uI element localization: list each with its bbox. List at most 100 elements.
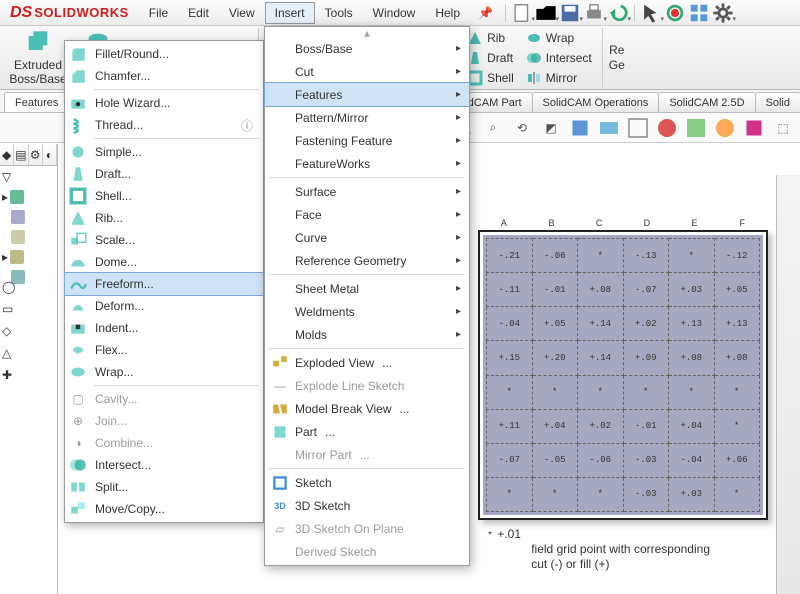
feat-wrap[interactable]: Wrap... [65,361,263,383]
help-icon[interactable]: ⓘ [241,117,257,133]
feat-chamfer[interactable]: Chamfer... [65,65,263,87]
feat-fillet-round[interactable]: Fillet/Round... [65,43,263,65]
ref-geom-partial[interactable]: Re Ge [609,29,625,87]
left-tool-2[interactable]: ▭ [2,302,18,318]
ins-exploded-view[interactable]: Exploded View... [265,351,469,374]
ins-sketch[interactable]: Sketch [265,471,469,494]
menu-tools[interactable]: Tools [315,2,363,24]
section-icon[interactable]: ◩ [539,116,563,140]
fm-tab-4[interactable]: ◐ [43,144,57,165]
rib-button[interactable]: Rib [463,29,518,47]
open-button[interactable]: ▾ [535,2,557,24]
left-tool-5[interactable]: ✚ [2,368,18,384]
grid-cell: * [532,477,578,511]
mirror-button[interactable]: Mirror [522,69,596,87]
feat-freeform[interactable]: Freeform... [65,273,263,295]
task-pane[interactable] [776,175,800,594]
feat-simple[interactable]: Simple... [65,141,263,163]
ins-features[interactable]: Features▸ [265,83,469,106]
orient-icon[interactable] [568,116,592,140]
scene-icon[interactable] [684,116,708,140]
extra-icon[interactable]: ⬚ [771,116,795,140]
menu-insert[interactable]: Insert [265,2,315,24]
ins-curve[interactable]: Curve▸ [265,226,469,249]
select-button[interactable]: ▾ [640,2,662,24]
menu-view[interactable]: View [219,2,265,24]
feat-rib[interactable]: Rib... [65,207,263,229]
feat-move-copy[interactable]: Move/Copy... [65,498,263,520]
fm-tab-1[interactable]: ◆ [0,144,14,165]
ins-sheet-metal[interactable]: Sheet Metal▸ [265,277,469,300]
feat-dome[interactable]: Dome... [65,251,263,273]
menu-edit[interactable]: Edit [178,2,219,24]
settings-icon[interactable]: ▾ [712,2,734,24]
draft-button[interactable]: Draft [463,49,518,67]
prev-view-icon[interactable]: ⟲ [510,116,534,140]
new-button[interactable]: ▾ [511,2,533,24]
left-tool-3[interactable]: ◇ [2,324,18,340]
intersect-button[interactable]: Intersect [522,49,596,67]
wrap-button[interactable]: Wrap [522,29,596,47]
ins-face[interactable]: Face▸ [265,203,469,226]
tree-filter-icon[interactable]: ▽ [2,170,55,184]
ins-surface[interactable]: Surface▸ [265,180,469,203]
ins-cut[interactable]: Cut▸ [265,60,469,83]
render-icon[interactable] [713,116,737,140]
feat-hole-wizard[interactable]: Hole Wizard... [65,92,263,114]
feat-split[interactable]: Split... [65,476,263,498]
tab-solid-partial[interactable]: Solid [755,92,800,112]
render2-icon[interactable] [742,116,766,140]
left-tool-4[interactable]: △ [2,346,18,362]
grid-cell: -.21 [487,239,533,273]
feat-shell[interactable]: Shell... [65,185,263,207]
ins-3d-sketch-plane: ▱3D Sketch On Plane [265,517,469,540]
menu-window[interactable]: Window [363,2,426,24]
feat-draft[interactable]: Draft... [65,163,263,185]
grid-cell: * [714,409,760,443]
feat-deform[interactable]: Deform... [65,295,263,317]
ins-model-break[interactable]: Model Break View... [265,397,469,420]
ins-featureworks[interactable]: FeatureWorks▸ [265,152,469,175]
pin-icon[interactable]: 📌 [470,6,501,20]
shell-button[interactable]: Shell [463,69,518,87]
ins-boss-base[interactable]: Boss/Base▸ [265,37,469,60]
feat-thread[interactable]: Thread...ⓘ [65,114,263,136]
tree-root[interactable]: ▸ [2,190,55,204]
menu-file[interactable]: File [139,2,178,24]
tab-features[interactable]: Features [4,92,69,112]
feat-scale[interactable]: Scale... [65,229,263,251]
save-button[interactable]: ▾ [559,2,581,24]
ins-part[interactable]: Part... [265,420,469,443]
print-button[interactable]: ▾ [583,2,605,24]
appearance-icon[interactable] [655,116,679,140]
tab-solidcam-ops[interactable]: SolidCAM Operations [532,92,660,112]
fm-tab-2[interactable]: ▤ [14,144,28,165]
tree-node[interactable] [2,210,55,224]
ins-3d-sketch[interactable]: 3D3D Sketch [265,494,469,517]
grid-cell: -.01 [532,273,578,307]
ins-weldments[interactable]: Weldments▸ [265,300,469,323]
tree-node[interactable] [2,230,55,244]
extruded-boss-button[interactable]: Extruded Boss/Base [10,29,66,87]
feat-intersect[interactable]: Intersect... [65,454,263,476]
ins-molds[interactable]: Molds▸ [265,323,469,346]
display-style-icon[interactable] [597,116,621,140]
undo-button[interactable]: ▾ [607,2,629,24]
grid-cell: +.04 [669,409,715,443]
options-grid-icon[interactable] [688,2,710,24]
fm-tab-3[interactable]: ⚙ [29,144,43,165]
tree-node[interactable]: ▸ [2,250,55,264]
ins-pattern-mirror[interactable]: Pattern/Mirror▸ [265,106,469,129]
feat-flex[interactable]: Flex... [65,339,263,361]
rebuild-button[interactable] [664,2,686,24]
ins-fastening[interactable]: Fastening Feature▸ [265,129,469,152]
hide-show-icon[interactable] [626,116,650,140]
ins-ref-geom[interactable]: Reference Geometry▸ [265,249,469,272]
left-tool-1[interactable]: ◯ [2,280,18,296]
fm-tree[interactable]: ▽ ▸ ▸ [0,166,57,288]
menu-grabber[interactable]: ▴ [265,29,469,37]
feat-indent[interactable]: Indent... [65,317,263,339]
menu-help[interactable]: Help [425,2,470,24]
zoom-area-icon[interactable]: ⌕ [481,116,505,140]
tab-solidcam-25d[interactable]: SolidCAM 2.5D [658,92,755,112]
